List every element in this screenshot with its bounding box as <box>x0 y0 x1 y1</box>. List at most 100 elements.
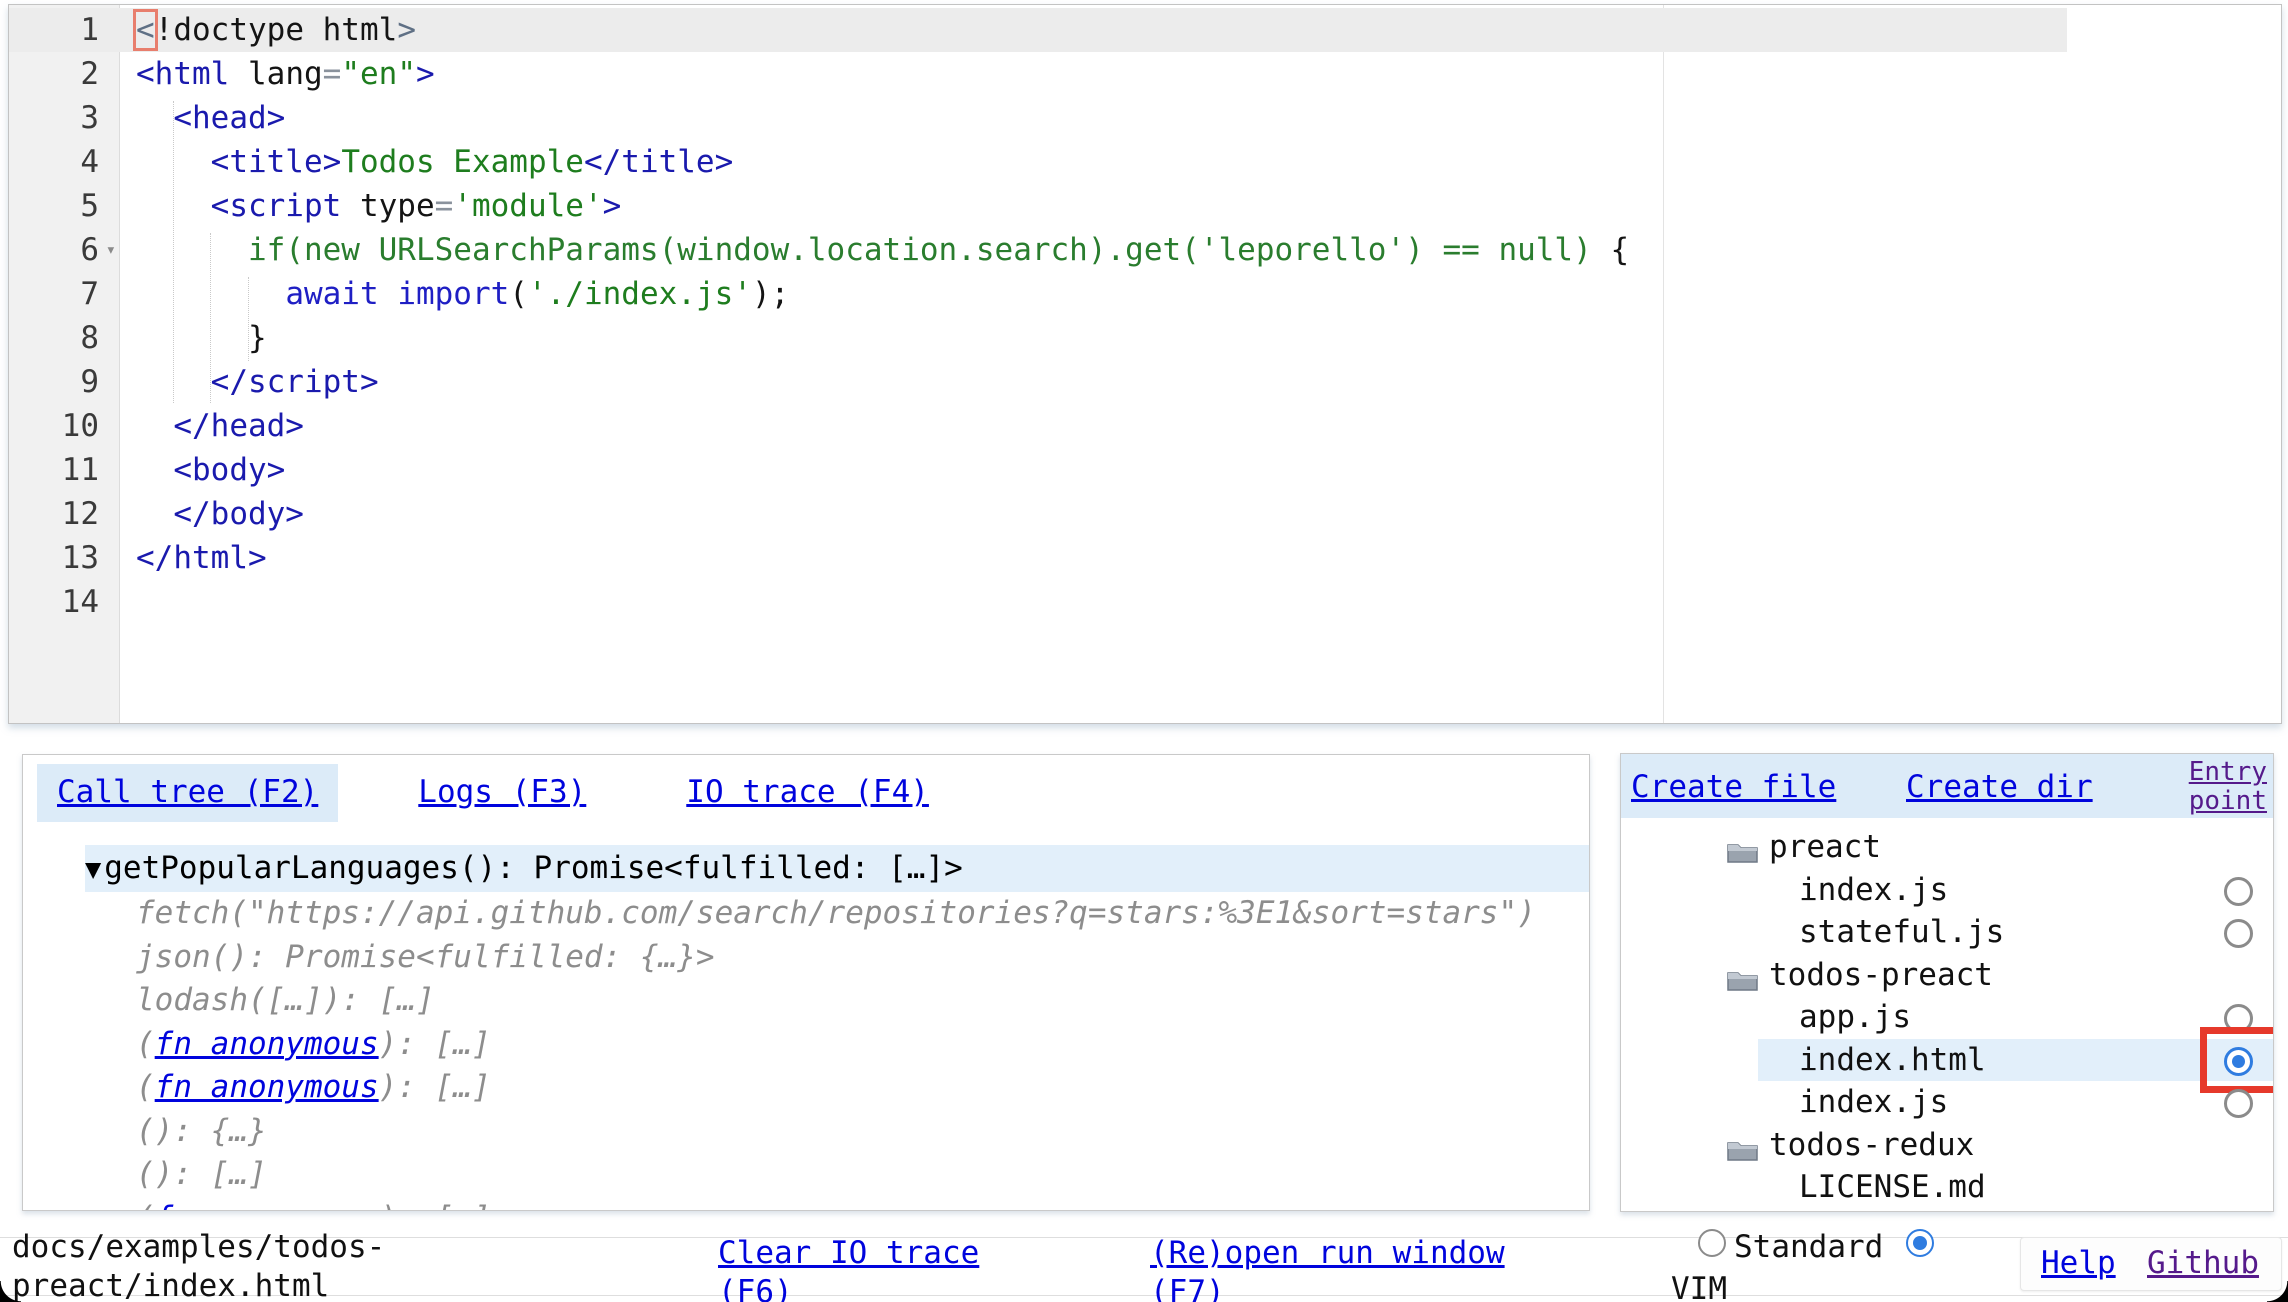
entry-point-radio-index.js[interactable] <box>2224 877 2253 906</box>
clear-io-trace-label: Clear IO trace <box>718 1234 979 1273</box>
standard-mode-radio[interactable] <box>1698 1229 1726 1257</box>
clear-io-trace-button[interactable]: Clear IO trace (F6) <box>718 1234 979 1302</box>
file-browser-panel: Create file Create dir Entry point preac… <box>1620 753 2274 1212</box>
code-line-5[interactable]: 5 <script type='module'> <box>9 184 2281 228</box>
code-text: <!doctype html> <box>119 8 416 52</box>
tab-call-tree-f2[interactable]: Call tree (F2) <box>37 764 338 822</box>
reopen-run-window-button[interactable]: (Re)open run window (F7) <box>1150 1234 1505 1302</box>
vim-mode-radio[interactable] <box>1906 1229 1934 1257</box>
line-number: 13 <box>9 536 119 580</box>
file-name: app.js <box>1799 996 1911 1039</box>
call-tree-row[interactable]: (fn anonymous): […] <box>23 1066 1589 1110</box>
folder-row-todos-redux[interactable]: todos-redux <box>1621 1124 2273 1167</box>
code-line-13[interactable]: 13</html> <box>9 536 2281 580</box>
code-line-12[interactable]: 12 </body> <box>9 492 2281 536</box>
collapse-triangle-icon[interactable]: ▼ <box>85 854 101 885</box>
code-text: <html lang="en"> <box>119 52 435 96</box>
call-tree: ▼getPopularLanguages(): Promise<fulfille… <box>23 845 1589 1211</box>
line-number: 9 <box>9 360 119 404</box>
line-number: 11 <box>9 448 119 492</box>
call-tree-row[interactable]: (): […] <box>23 1153 1589 1197</box>
line-number: 2 <box>9 52 119 96</box>
call-tree-row[interactable]: (fn anonymous): […] <box>23 1023 1589 1067</box>
line-number: 1 <box>9 8 119 52</box>
fold-caret-icon[interactable]: ▾ <box>106 228 116 272</box>
tab-logs-f3[interactable]: Logs (F3) <box>398 764 606 822</box>
anonymous-fn-link[interactable]: fn anonymous <box>155 1200 379 1212</box>
line-number: 7 <box>9 272 119 316</box>
entry-point-radio-stateful.js[interactable] <box>2224 919 2253 948</box>
anonymous-fn-link[interactable]: fn anonymous <box>155 1026 379 1062</box>
github-label: Github <box>2147 1244 2259 1283</box>
code-text: await import('./index.js'); <box>119 272 789 316</box>
entry-point-radio-index.js[interactable] <box>2224 1089 2253 1118</box>
folder-row-todos-preact[interactable]: todos-preact <box>1621 954 2273 997</box>
github-link[interactable]: Github <box>2147 1244 2259 1283</box>
code-text: </body> <box>119 492 304 536</box>
anonymous-fn-link[interactable]: fn anonymous <box>155 1069 379 1105</box>
file-name: LICENSE.md <box>1799 1166 1986 1209</box>
code-editor[interactable]: 1<!doctype html>2<html lang="en">3 <head… <box>8 4 2282 724</box>
folder-icon <box>1726 962 1759 989</box>
create-file-button[interactable]: Create file <box>1631 769 1836 805</box>
line-number: 4 <box>9 140 119 184</box>
call-tree-row[interactable]: (): {…} <box>23 1110 1589 1154</box>
folder-row-preact[interactable]: preact <box>1621 826 2273 869</box>
code-line-3[interactable]: 3 <head> <box>9 96 2281 140</box>
call-tree-row[interactable]: fetch("https://api.github.com/search/rep… <box>23 892 1589 936</box>
code-text: </html> <box>119 536 267 580</box>
code-text: </head> <box>119 404 304 448</box>
call-tree-row[interactable]: (fn anonymous): […] <box>23 1197 1589 1212</box>
call-tree-row[interactable]: lodash([…]): […] <box>23 979 1589 1023</box>
current-file-path: docs/examples/todos- preact/index.html <box>12 1228 385 1302</box>
code-text <box>119 580 136 624</box>
code-line-11[interactable]: 11 <body> <box>9 448 2281 492</box>
tab-io-trace-f4[interactable]: IO trace (F4) <box>666 764 949 822</box>
help-link[interactable]: Help <box>2041 1244 2116 1283</box>
line-number: 10 <box>9 404 119 448</box>
file-row-index.html[interactable]: index.html <box>1621 1039 2273 1082</box>
create-dir-button[interactable]: Create dir <box>1906 769 2093 805</box>
code-line-7[interactable]: 7 await import('./index.js'); <box>9 272 2281 316</box>
call-tree-panel: Call tree (F2) Logs (F3) IO trace (F4) ▼ge… <box>22 754 1590 1211</box>
file-name: index.js <box>1799 1081 1948 1124</box>
code-line-14[interactable]: 14 <box>9 580 2281 624</box>
code-text: <body> <box>119 448 285 492</box>
code-text: </script> <box>119 360 379 404</box>
code-line-9[interactable]: 9 </script> <box>9 360 2281 404</box>
screen-corner-artifact <box>2267 1281 2288 1302</box>
entry-point-column-header[interactable]: Entry point <box>2189 758 2267 816</box>
line-number: 3 <box>9 96 119 140</box>
vim-mode-label[interactable]: VIM <box>1671 1270 1727 1302</box>
code-line-10[interactable]: 10 </head> <box>9 404 2281 448</box>
screen-corner-artifact <box>0 1281 21 1302</box>
line-number: 14 <box>9 580 119 624</box>
code-text: } <box>119 316 267 360</box>
line-number: 5 <box>9 184 119 228</box>
file-row-app.js[interactable]: app.js <box>1621 996 2273 1039</box>
code-line-2[interactable]: 2<html lang="en"> <box>9 52 2281 96</box>
code-line-8[interactable]: 8 } <box>9 316 2281 360</box>
file-row-stateful.js[interactable]: stateful.js <box>1621 911 2273 954</box>
code-line-6[interactable]: 6▾ if(new URLSearchParams(window.locatio… <box>9 228 2281 272</box>
call-tree-row[interactable]: json(): Promise<fulfilled: {…}> <box>23 936 1589 980</box>
file-row-index.js[interactable]: index.js <box>1621 1081 2273 1124</box>
code-text: <title>Todos Example</title> <box>119 140 733 184</box>
editor-lines[interactable]: 1<!doctype html>2<html lang="en">3 <head… <box>9 8 2281 624</box>
folder-name: preact <box>1769 826 1881 869</box>
code-line-1[interactable]: 1<!doctype html> <box>9 8 2281 52</box>
code-text: <script type='module'> <box>119 184 621 228</box>
folder-icon <box>1726 834 1759 861</box>
line-number: 6▾ <box>9 228 119 272</box>
file-row-LICENSE.md[interactable]: LICENSE.md <box>1621 1166 2273 1209</box>
folder-name: todos-redux <box>1769 1124 1974 1167</box>
call-tree-row[interactable]: ▼getPopularLanguages(): Promise<fulfille… <box>85 845 1589 892</box>
file-name: index.html <box>1799 1039 1986 1082</box>
code-line-4[interactable]: 4 <title>Todos Example</title> <box>9 140 2281 184</box>
entry-point-line2: point <box>2189 787 2267 816</box>
line-number: 8 <box>9 316 119 360</box>
leporello-ide: 1<!doctype html>2<html lang="en">3 <head… <box>0 0 2288 1302</box>
file-row-index.js[interactable]: index.js <box>1621 869 2273 912</box>
line-number: 12 <box>9 492 119 536</box>
standard-mode-label[interactable]: Standard <box>1734 1228 1883 1267</box>
